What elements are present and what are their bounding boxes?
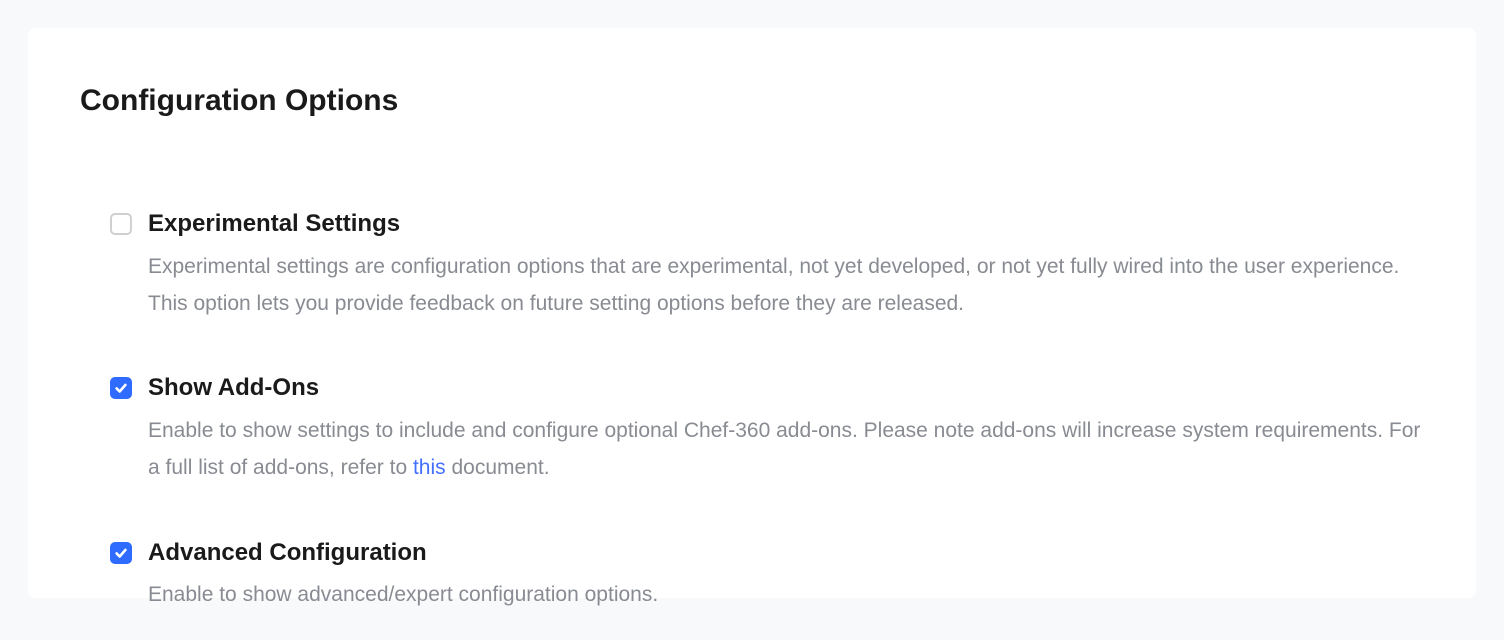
desc-text-suffix: document.	[446, 456, 550, 479]
option-description: Enable to show settings to include and c…	[148, 413, 1424, 487]
option-experimental-settings: Experimental Settings Experimental setti…	[110, 210, 1424, 322]
option-content: Experimental Settings Experimental setti…	[148, 210, 1424, 322]
option-label[interactable]: Show Add-Ons	[148, 374, 1424, 403]
option-label[interactable]: Experimental Settings	[148, 210, 1424, 239]
check-icon	[114, 381, 128, 395]
page-title: Configuration Options	[80, 84, 1424, 118]
option-description: Enable to show advanced/expert configura…	[148, 577, 1424, 614]
addons-doc-link[interactable]: this	[413, 456, 446, 479]
checkbox-advanced-configuration[interactable]	[110, 542, 132, 564]
checkbox-experimental-settings[interactable]	[110, 213, 132, 235]
option-advanced-configuration: Advanced Configuration Enable to show ad…	[110, 539, 1424, 615]
option-label[interactable]: Advanced Configuration	[148, 539, 1424, 568]
config-card: Configuration Options Experimental Setti…	[28, 28, 1476, 598]
option-description: Experimental settings are configuration …	[148, 249, 1424, 323]
desc-text-prefix: Enable to show settings to include and c…	[148, 419, 1420, 479]
checkbox-show-add-ons[interactable]	[110, 377, 132, 399]
option-list: Experimental Settings Experimental setti…	[80, 210, 1424, 614]
option-content: Advanced Configuration Enable to show ad…	[148, 539, 1424, 615]
check-icon	[114, 546, 128, 560]
option-show-add-ons: Show Add-Ons Enable to show settings to …	[110, 374, 1424, 486]
option-content: Show Add-Ons Enable to show settings to …	[148, 374, 1424, 486]
